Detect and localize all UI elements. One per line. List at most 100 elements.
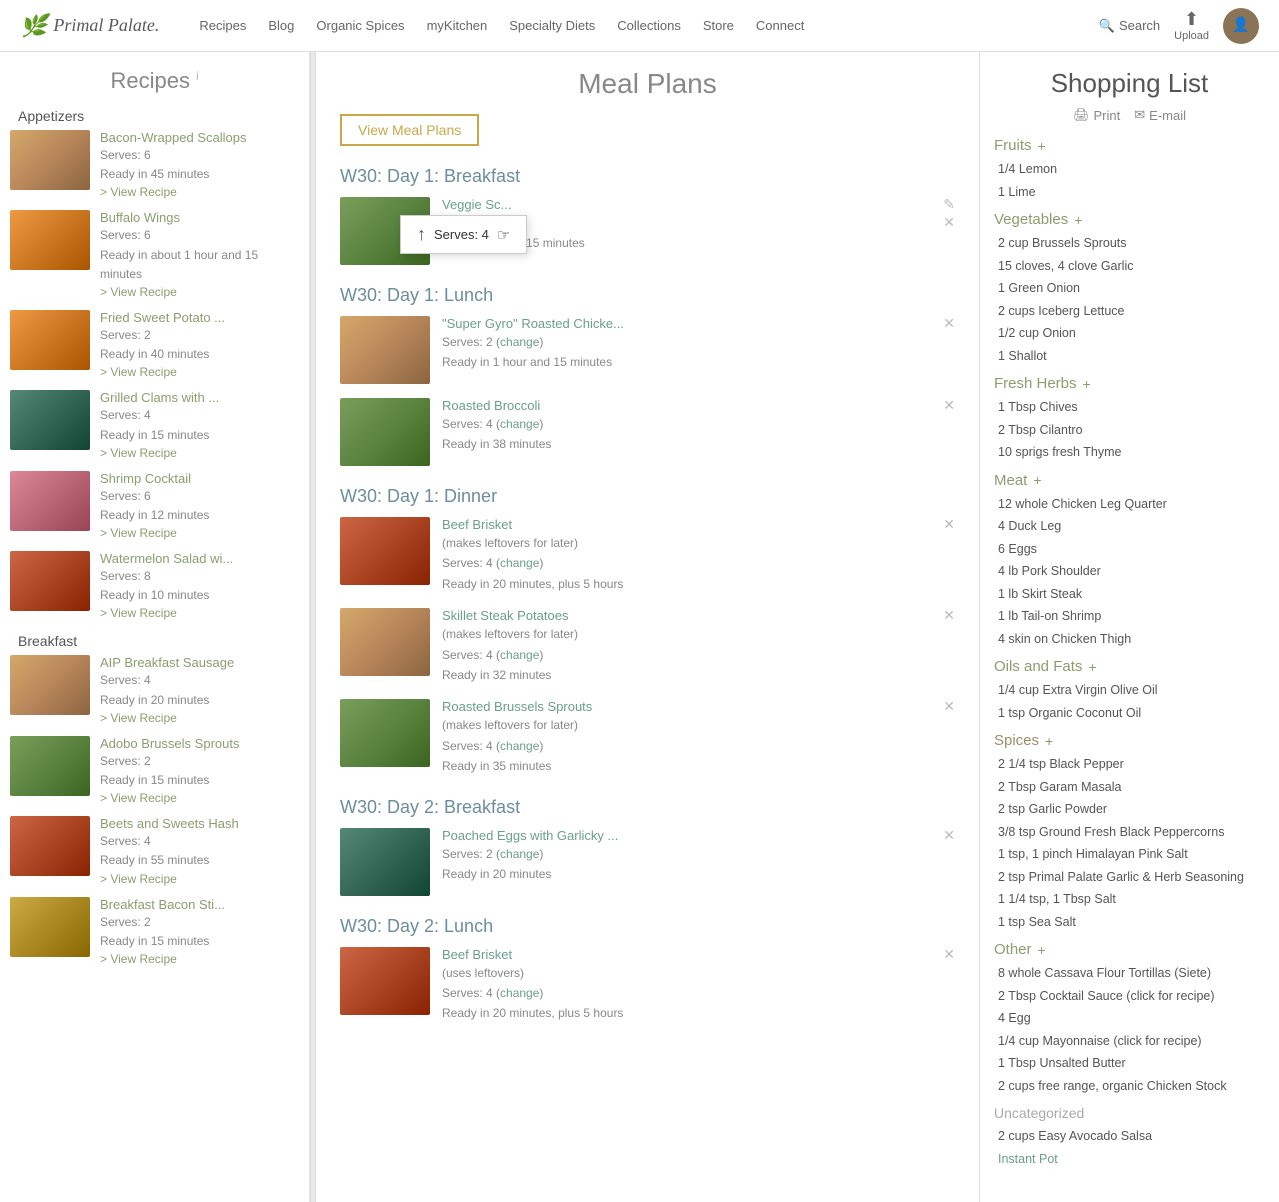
shopping-item: 15 cloves, 4 clove Garlic — [994, 255, 1265, 278]
list-item: Shrimp Cocktail Serves: 6 Ready in 12 mi… — [10, 471, 299, 541]
shopping-item: 1 tsp Sea Salt — [994, 911, 1265, 934]
change-serves-link[interactable]: change — [500, 986, 539, 1000]
add-fruits-button[interactable]: + — [1038, 138, 1046, 154]
recipe-name-link[interactable]: Buffalo Wings — [100, 210, 180, 225]
add-spices-button[interactable]: + — [1045, 733, 1053, 749]
search-button[interactable]: 🔍 Search — [1099, 18, 1160, 34]
close-meal-button[interactable]: ✕ — [943, 215, 955, 229]
recipe-name-link[interactable]: AIP Breakfast Sausage — [100, 655, 234, 670]
recipe-details: Buffalo Wings Serves: 6 Ready in about 1… — [100, 210, 299, 300]
change-serves-link[interactable]: change — [500, 847, 539, 861]
recipe-serves: Serves: 4 — [100, 834, 151, 848]
recipe-details: Adobo Brussels Sprouts Serves: 2 Ready i… — [100, 736, 299, 806]
change-serves-link[interactable]: change — [500, 335, 539, 349]
meal-name-link[interactable]: Roasted Brussels Sprouts — [442, 699, 592, 714]
email-button[interactable]: ✉ E-mail — [1134, 107, 1186, 123]
nav-recipes[interactable]: Recipes — [199, 18, 246, 33]
close-meal-button[interactable]: ✕ — [943, 517, 955, 531]
edit-meal-button[interactable]: ✎ — [943, 197, 955, 211]
view-recipe-link[interactable]: > View Recipe — [100, 446, 177, 460]
recipe-name-link[interactable]: Shrimp Cocktail — [100, 471, 191, 486]
info-icon[interactable]: i — [196, 71, 198, 83]
meal-name-link[interactable]: "Super Gyro" Roasted Chicke... — [442, 316, 624, 331]
meal-name-link[interactable]: Roasted Broccoli — [442, 398, 540, 413]
close-meal-button[interactable]: ✕ — [943, 947, 955, 961]
logo-text: Primal Palate. — [53, 15, 159, 36]
recipe-thumbnail — [10, 736, 90, 796]
meal-time: Ready in 35 minutes — [442, 759, 551, 773]
recipe-name-link[interactable]: Watermelon Salad wi... — [100, 551, 233, 566]
recipe-name-link[interactable]: Fried Sweet Potato ... — [100, 310, 225, 325]
shopping-category-spices: Spices + 2 1/4 tsp Black Pepper 2 Tbsp G… — [994, 732, 1265, 933]
nav-connect[interactable]: Connect — [756, 18, 804, 33]
nav-blog[interactable]: Blog — [268, 18, 294, 33]
recipe-name-link[interactable]: Adobo Brussels Sprouts — [100, 736, 239, 751]
recipe-name-link[interactable]: Beets and Sweets Hash — [100, 816, 239, 831]
category-title-oils: Oils and Fats + — [994, 658, 1265, 675]
recipes-sidebar: Recipes i Appetizers Bacon-Wrapped Scall… — [0, 52, 310, 1202]
meal-serves: Serves: 4 (change) — [442, 739, 543, 753]
meal-name-link[interactable]: Beef Brisket — [442, 947, 512, 962]
meal-note: (uses leftovers) — [442, 966, 524, 980]
close-meal-button[interactable]: ✕ — [943, 699, 955, 713]
view-meal-plans-button[interactable]: View Meal Plans — [340, 114, 479, 146]
meal-serves: Serves: 2 (change) — [442, 847, 543, 861]
nav-organic-spices[interactable]: Organic Spices — [316, 18, 404, 33]
nav-collections[interactable]: Collections — [617, 18, 681, 33]
add-herbs-button[interactable]: + — [1083, 376, 1091, 392]
meal-section-title: W30: Day 2: Breakfast — [340, 797, 955, 818]
shopping-item: 2 cups Iceberg Lettuce — [994, 300, 1265, 323]
change-serves-link[interactable]: change — [500, 648, 539, 662]
recipe-thumbnail — [10, 655, 90, 715]
recipe-name-link[interactable]: Breakfast Bacon Sti... — [100, 897, 225, 912]
meal-name-link[interactable]: Beef Brisket — [442, 517, 512, 532]
nav-store[interactable]: Store — [703, 18, 734, 33]
meal-section-title: W30: Day 1: Lunch — [340, 285, 955, 306]
add-other-button[interactable]: + — [1038, 942, 1046, 958]
close-meal-button[interactable]: ✕ — [943, 608, 955, 622]
close-meal-button[interactable]: ✕ — [943, 398, 955, 412]
meal-name-link[interactable]: Poached Eggs with Garlicky ... — [442, 828, 618, 843]
view-recipe-link[interactable]: > View Recipe — [100, 872, 177, 886]
cursor-icon: ☞ — [497, 226, 510, 244]
list-item: Breakfast Bacon Sti... Serves: 2 Ready i… — [10, 897, 299, 967]
nav-mykitchen[interactable]: myKitchen — [427, 18, 488, 33]
view-recipe-link[interactable]: > View Recipe — [100, 526, 177, 540]
view-recipe-link[interactable]: > View Recipe — [100, 365, 177, 379]
recipe-name-link[interactable]: Grilled Clams with ... — [100, 390, 219, 405]
change-serves-link[interactable]: change — [500, 739, 539, 753]
view-recipe-link[interactable]: > View Recipe — [100, 285, 177, 299]
user-avatar[interactable]: 👤 — [1223, 8, 1259, 44]
close-meal-button[interactable]: ✕ — [943, 316, 955, 330]
list-item: Fried Sweet Potato ... Serves: 2 Ready i… — [10, 310, 299, 380]
view-recipe-link[interactable]: > View Recipe — [100, 952, 177, 966]
nav-specialty-diets[interactable]: Specialty Diets — [509, 18, 595, 33]
add-vegetables-button[interactable]: + — [1074, 212, 1082, 228]
view-recipe-link[interactable]: > View Recipe — [100, 791, 177, 805]
logo[interactable]: 🌿 Primal Palate. — [20, 13, 159, 39]
add-meat-button[interactable]: + — [1033, 472, 1041, 488]
meal-action-icons: ✕ — [943, 398, 955, 412]
add-oils-button[interactable]: + — [1088, 659, 1096, 675]
view-recipe-link[interactable]: > View Recipe — [100, 185, 177, 199]
recipe-serves: Serves: 6 — [100, 228, 151, 242]
meal-info: Skillet Steak Potatoes (makes leftovers … — [442, 608, 955, 685]
view-recipe-link[interactable]: > View Recipe — [100, 711, 177, 725]
meal-note: (makes leftovers for later) — [442, 536, 578, 550]
shopping-item: 2 Tbsp Cilantro — [994, 419, 1265, 442]
close-meal-button[interactable]: ✕ — [943, 828, 955, 842]
meal-name-link[interactable]: Skillet Steak Potatoes — [442, 608, 568, 623]
print-button[interactable]: 🖨 Print — [1073, 107, 1120, 123]
instant-pot-link[interactable]: Instant Pot — [998, 1152, 1058, 1166]
recipe-details: Bacon-Wrapped Scallops Serves: 6 Ready i… — [100, 130, 299, 200]
recipe-name-link[interactable]: Bacon-Wrapped Scallops — [100, 130, 246, 145]
meal-action-icons: ✕ — [943, 947, 955, 961]
change-serves-link[interactable]: change — [500, 417, 539, 431]
upload-button[interactable]: ⬆ Upload — [1174, 9, 1209, 42]
meal-entry: Beef Brisket (makes leftovers for later)… — [340, 517, 955, 594]
change-serves-link[interactable]: change — [500, 556, 539, 570]
shopping-item: 1 Shallot — [994, 345, 1265, 368]
meal-action-icons: ✕ — [943, 699, 955, 713]
view-recipe-link[interactable]: > View Recipe — [100, 606, 177, 620]
meal-name-link[interactable]: Veggie Sc... — [442, 197, 511, 212]
